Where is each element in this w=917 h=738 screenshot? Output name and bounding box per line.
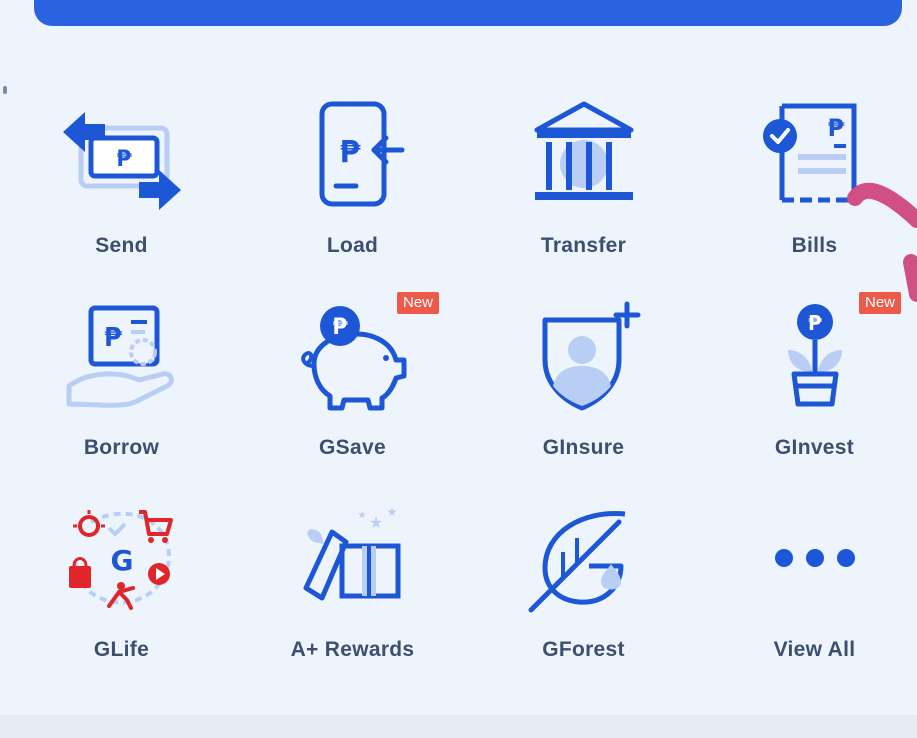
service-rewards[interactable]: ★ ★ ★ A+ Rewards	[237, 500, 468, 702]
service-label: Load	[326, 234, 379, 257]
borrow-icon: ₱	[66, 305, 174, 408]
transfer-bank-icon	[534, 101, 633, 200]
bottom-strip	[0, 715, 917, 738]
svg-text:★: ★	[368, 513, 382, 532]
send-icon: ₱	[62, 112, 181, 210]
svg-text:★: ★	[386, 505, 397, 519]
service-view-all[interactable]: View All	[699, 500, 917, 702]
load-icon: ₱	[319, 101, 404, 207]
service-send[interactable]: ₱ Send	[6, 96, 237, 298]
rewards-gift-icon: ★ ★ ★	[303, 505, 400, 601]
ginvest-plant-icon: ₱	[787, 304, 842, 407]
service-borrow[interactable]: ₱ Borrow	[6, 298, 237, 500]
service-label: GLife	[93, 638, 150, 661]
service-label: Borrow	[83, 436, 160, 459]
gsave-piggy-icon: ₱	[300, 306, 406, 411]
service-label: Bills	[791, 234, 838, 257]
more-dots-icon	[774, 549, 855, 567]
svg-text:₱: ₱	[827, 114, 844, 142]
service-label: Send	[95, 234, 148, 257]
service-glife[interactable]: G GLife	[6, 500, 237, 702]
service-ginsure[interactable]: GInsure	[468, 298, 699, 500]
service-load[interactable]: ₱ Load	[237, 96, 468, 298]
svg-text:₱: ₱	[103, 323, 122, 353]
service-ginvest[interactable]: New ₱ GInvest	[699, 292, 917, 500]
svg-text:₱: ₱	[116, 147, 132, 172]
top-banner[interactable]	[34, 0, 902, 26]
svg-text:G: G	[110, 544, 133, 577]
service-label: GInvest	[774, 436, 855, 459]
svg-text:₱: ₱	[808, 311, 822, 335]
gforest-leaf-icon	[528, 511, 625, 613]
service-transfer[interactable]: Transfer	[468, 96, 699, 298]
service-label: A+ Rewards	[290, 638, 415, 661]
svg-text:★: ★	[357, 510, 366, 521]
new-badge: New	[397, 292, 440, 314]
service-label: GForest	[542, 638, 625, 661]
service-label: Transfer	[540, 234, 627, 257]
ginsure-shield-icon	[542, 301, 640, 411]
service-gforest[interactable]: GForest	[468, 500, 699, 702]
service-label: GInsure	[542, 436, 625, 459]
edge-marker	[3, 86, 7, 94]
service-gsave[interactable]: New ₱ GSave	[237, 292, 468, 500]
glife-icon: G	[68, 510, 173, 610]
svg-text:₱: ₱	[339, 135, 360, 170]
service-label: GSave	[319, 436, 386, 459]
pointer-arrow-icon	[847, 182, 917, 302]
svg-text:₱: ₱	[332, 315, 348, 340]
service-label: View All	[773, 638, 856, 661]
services-grid: ₱ Send ₱ Load Transfer ₱ Bills ₱ Borrow …	[6, 96, 917, 702]
